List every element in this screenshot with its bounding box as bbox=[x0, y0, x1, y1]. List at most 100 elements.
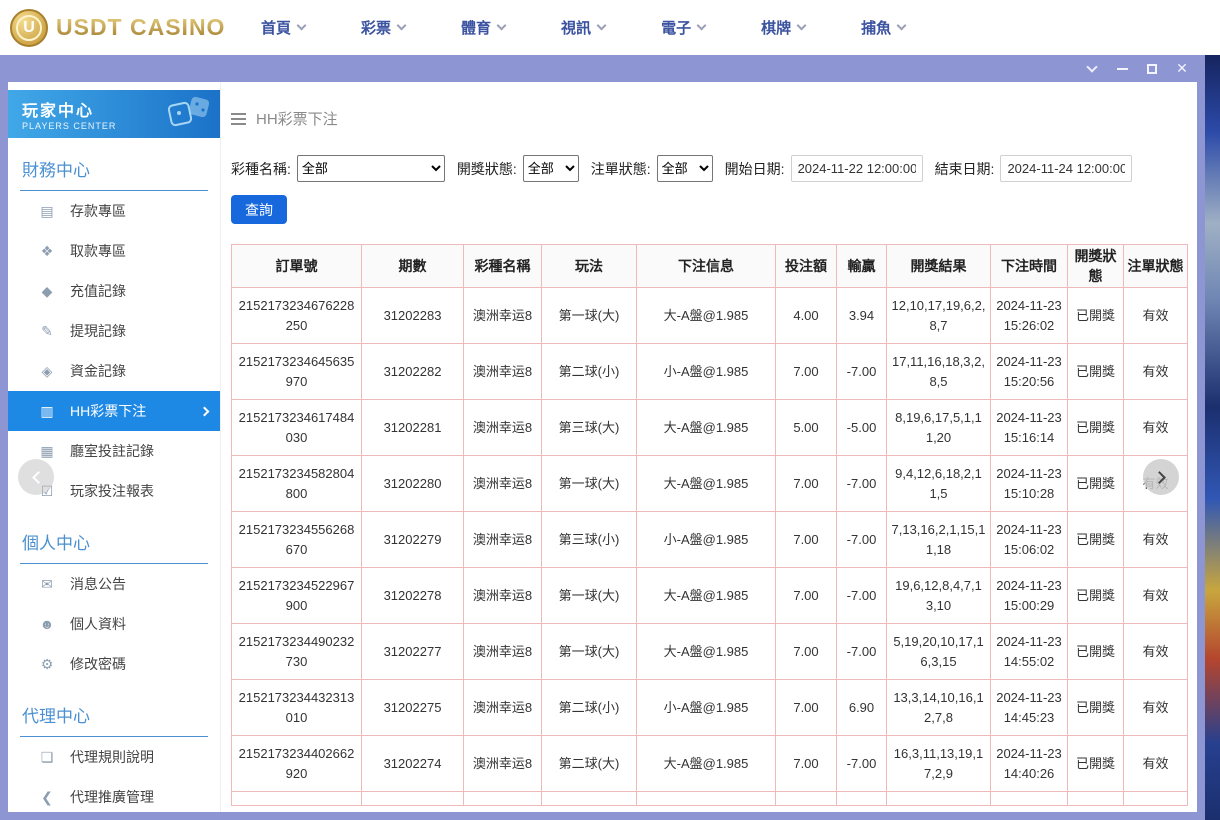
draw-status-select[interactable]: 全部 bbox=[523, 155, 579, 182]
table-body: 215217323467622825031202283澳洲幸运8第一球(大)大-… bbox=[232, 288, 1188, 806]
sidebar-item-active[interactable]: ▥HH彩票下注 bbox=[8, 391, 220, 431]
coin-icon: U bbox=[10, 9, 48, 47]
cell-lottery: 澳洲幸运8 bbox=[464, 456, 542, 512]
sidebar-item-label: 代理規則說明 bbox=[70, 747, 154, 767]
cell-period: 31202283 bbox=[362, 288, 464, 344]
chevron-down-icon bbox=[497, 21, 507, 31]
cell-play: 第三球(小) bbox=[542, 512, 637, 568]
end-date-input[interactable] bbox=[1000, 155, 1132, 182]
cell-winloss: -7.00 bbox=[837, 512, 887, 568]
sidebar-item-label: 消息公告 bbox=[70, 574, 126, 594]
table-row[interactable]: 215217323452296790031202278澳洲幸运8第一球(大)大-… bbox=[232, 568, 1188, 624]
cell-time: 2024-11-23 14:40:26 bbox=[991, 736, 1068, 792]
table-row[interactable]: 215217323455626867031202279澳洲幸运8第三球(小)小-… bbox=[232, 512, 1188, 568]
cell-order: 2152173234676228250 bbox=[232, 288, 362, 344]
table-row[interactable]: 215217323443231301031202275澳洲幸运8第二球(小)小-… bbox=[232, 680, 1188, 736]
sidebar-item-link[interactable]: ▤存款專區 bbox=[8, 191, 220, 231]
cell-order: 2152173234432313010 bbox=[232, 680, 362, 736]
column-header: 輸贏 bbox=[837, 245, 887, 288]
sidebar-section-title: 財務中心 bbox=[20, 152, 208, 191]
column-header: 訂單號 bbox=[232, 245, 362, 288]
cell-bet: 大-A盤@1.985 bbox=[637, 456, 776, 512]
table-row[interactable]: 215217323461748403031202281澳洲幸运8第三球(大)大-… bbox=[232, 400, 1188, 456]
room-bet-record-icon: ▦ bbox=[38, 443, 56, 460]
cell-empty bbox=[1124, 792, 1188, 806]
cell-empty bbox=[362, 792, 464, 806]
sidebar-item-label: 充值記錄 bbox=[70, 281, 126, 301]
menu-icon[interactable] bbox=[231, 113, 246, 125]
sidebar-item-link[interactable]: ◈資金記錄 bbox=[8, 351, 220, 391]
table-row[interactable]: 215217323458280480031202280澳洲幸运8第一球(大)大-… bbox=[232, 456, 1188, 512]
cell-winloss: 6.90 bbox=[837, 680, 887, 736]
column-header: 彩種名稱 bbox=[464, 245, 542, 288]
cell-time: 2024-11-23 15:26:02 bbox=[991, 288, 1068, 344]
table-row[interactable]: 215217323464563597031202282澳洲幸运8第二球(小)小-… bbox=[232, 344, 1188, 400]
cell-order_status: 有效 bbox=[1124, 568, 1188, 624]
nav-item[interactable]: 電子 bbox=[661, 17, 705, 38]
main-content: HH彩票下注 彩種名稱: 全部 開獎狀態: 全部 注單狀態: 全部 開始日期: … bbox=[221, 82, 1197, 812]
chevron-left-icon bbox=[32, 471, 45, 484]
cell-order_status: 有效 bbox=[1124, 680, 1188, 736]
nav-item[interactable]: 棋牌 bbox=[761, 17, 805, 38]
chevron-down-icon bbox=[1086, 61, 1097, 72]
sidebar-item-link[interactable]: ✉ 消息公告 bbox=[8, 564, 220, 604]
cell-period: 31202282 bbox=[362, 344, 464, 400]
cell-period: 31202281 bbox=[362, 400, 464, 456]
minimize-button[interactable] bbox=[1107, 58, 1137, 80]
players-center-header: 玩家中心 PLAYERS CENTER bbox=[8, 90, 220, 138]
bets-table-container[interactable]: 訂單號期數彩種名稱玩法下注信息投注額輸贏開獎結果下注時間開獎狀態注單狀態 215… bbox=[231, 244, 1188, 810]
sidebar-item-link[interactable]: ⚙修改密碼 bbox=[8, 644, 220, 684]
site-logo[interactable]: U USDT CASINO bbox=[10, 9, 255, 47]
chevron-down-icon bbox=[297, 21, 307, 31]
table-row[interactable]: 215217323449023273031202277澳洲幸运8第一球(大)大-… bbox=[232, 624, 1188, 680]
close-button[interactable]: ✕ bbox=[1167, 58, 1197, 80]
nav-item-label: 體育 bbox=[461, 17, 491, 38]
column-header: 下注時間 bbox=[991, 245, 1068, 288]
message-icon: ✉ bbox=[38, 576, 56, 593]
order-status-select[interactable]: 全部 bbox=[657, 155, 713, 182]
query-button[interactable]: 查詢 bbox=[231, 195, 287, 224]
sidebar-item-link[interactable]: ◆充值記錄 bbox=[8, 271, 220, 311]
nav-item-label: 捕魚 bbox=[861, 17, 891, 38]
table-row[interactable]: 215217323440266292031202274澳洲幸运8第二球(大)大-… bbox=[232, 736, 1188, 792]
close-icon: ✕ bbox=[1176, 60, 1188, 77]
withdrawal-record-icon: ✎ bbox=[38, 323, 56, 340]
nav-item-label: 首頁 bbox=[261, 17, 291, 38]
cell-period: 31202274 bbox=[362, 736, 464, 792]
sidebar-item-link[interactable]: ❖取款專區 bbox=[8, 231, 220, 271]
cell-result: 12,10,17,19,6,2,8,7 bbox=[887, 288, 991, 344]
table-row[interactable]: 215217323467622825031202283澳洲幸运8第一球(大)大-… bbox=[232, 288, 1188, 344]
start-date-input[interactable] bbox=[791, 155, 923, 182]
sidebar-section-title: 個人中心 bbox=[20, 525, 208, 564]
scroll-left-button[interactable] bbox=[18, 459, 54, 495]
nav-item[interactable]: 捕魚 bbox=[861, 17, 905, 38]
cell-empty bbox=[637, 792, 776, 806]
nav-item[interactable]: 彩票 bbox=[361, 17, 405, 38]
cell-result: 5,19,20,10,17,16,3,15 bbox=[887, 624, 991, 680]
scroll-right-button[interactable] bbox=[1143, 459, 1179, 495]
withdraw-icon: ❖ bbox=[38, 243, 56, 260]
nav-item[interactable]: 首頁 bbox=[261, 17, 305, 38]
cell-bet: 小-A盤@1.985 bbox=[637, 680, 776, 736]
column-header: 開獎結果 bbox=[887, 245, 991, 288]
sidebar-section-title: 代理中心 bbox=[20, 698, 208, 737]
cell-empty bbox=[887, 792, 991, 806]
cell-order_status: 有效 bbox=[1124, 736, 1188, 792]
cell-draw_status: 已開獎 bbox=[1068, 624, 1124, 680]
sidebar-item-label: 資金記錄 bbox=[70, 361, 126, 381]
column-header: 下注信息 bbox=[637, 245, 776, 288]
cell-time: 2024-11-23 15:06:02 bbox=[991, 512, 1068, 568]
sidebar-item-link[interactable]: ❮代理推廣管理 bbox=[8, 777, 220, 812]
sidebar-item-link[interactable]: ✎提現記錄 bbox=[8, 311, 220, 351]
lottery-name-select[interactable]: 全部 bbox=[297, 155, 445, 182]
window-menu-button[interactable] bbox=[1077, 58, 1107, 80]
maximize-button[interactable] bbox=[1137, 58, 1167, 80]
cell-order_status: 有效 bbox=[1124, 288, 1188, 344]
cell-result: 16,3,11,13,19,17,2,9 bbox=[887, 736, 991, 792]
nav-item[interactable]: 體育 bbox=[461, 17, 505, 38]
sidebar-item-link[interactable]: ❏代理規則說明 bbox=[8, 737, 220, 777]
cell-order: 2152173234522967900 bbox=[232, 568, 362, 624]
cell-draw_status: 已開獎 bbox=[1068, 736, 1124, 792]
sidebar-item-link[interactable]: ☻個人資料 bbox=[8, 604, 220, 644]
nav-item[interactable]: 視訊 bbox=[561, 17, 605, 38]
